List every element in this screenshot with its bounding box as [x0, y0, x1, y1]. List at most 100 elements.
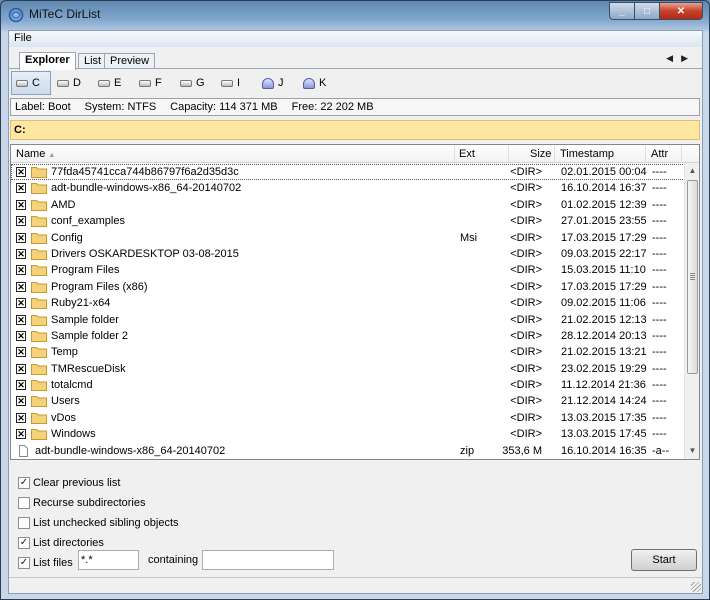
- menu-file[interactable]: File: [14, 32, 32, 44]
- folder-icon: [31, 183, 47, 195]
- recurse-option[interactable]: Recurse subdirectories: [18, 496, 146, 510]
- row-checkbox[interactable]: ✕: [16, 314, 26, 325]
- close-button[interactable]: ✕: [660, 2, 703, 20]
- list-row[interactable]: ✕ 77fda45741cca744b86797f6a2d35d3c <DIR> 02…: [11, 164, 685, 181]
- drive-button-k[interactable]: K: [298, 71, 338, 95]
- list-row[interactable]: ✕ Program Files <DIR> 15.03.2015 11:10 ----: [11, 262, 685, 278]
- list-files-option[interactable]: ✓ List files: [18, 556, 73, 570]
- column-ext[interactable]: Ext: [459, 148, 475, 160]
- row-checkbox[interactable]: ✕: [16, 199, 26, 210]
- list-row[interactable]: ✕ adt-bundle-windows-x86_64-20140702 <DIR>…: [11, 180, 685, 196]
- drive-button-i[interactable]: I: [216, 71, 256, 95]
- tab-scroll-arrows[interactable]: ◀▶: [666, 53, 696, 64]
- list-files-checkbox[interactable]: ✓: [18, 557, 30, 569]
- vertical-scrollbar[interactable]: ▲ ▼: [684, 163, 699, 459]
- drive-button-g[interactable]: G: [175, 71, 215, 95]
- list-row[interactable]: ✕ totalcmd <DIR> 11.12.2014 21:36 ----: [11, 377, 685, 393]
- row-checkbox[interactable]: ✕: [16, 248, 26, 259]
- column-separator[interactable]: [681, 146, 682, 162]
- row-checkbox[interactable]: ✕: [16, 330, 26, 341]
- row-attr: ----: [652, 313, 667, 326]
- list-row[interactable]: ✕ conf_examples <DIR> 27.01.2015 23:55 ----: [11, 213, 685, 229]
- column-name[interactable]: Name ▲: [16, 148, 55, 160]
- row-checkbox[interactable]: ✕: [16, 412, 26, 423]
- scroll-down-icon[interactable]: ▼: [685, 443, 699, 459]
- list-row[interactable]: ✕ vDos <DIR> 13.03.2015 17:35 ----: [11, 410, 685, 426]
- capacity: Capacity: 114 371 MB: [170, 101, 278, 113]
- list-directories-checkbox[interactable]: ✓: [18, 537, 30, 549]
- tab-list[interactable]: List: [78, 53, 108, 69]
- drive-button-d[interactable]: D: [52, 71, 92, 95]
- drive-button-e[interactable]: E: [93, 71, 133, 95]
- scroll-up-icon[interactable]: ▲: [685, 163, 699, 179]
- row-checkbox[interactable]: ✕: [16, 298, 26, 309]
- row-checkbox[interactable]: ✕: [16, 232, 26, 243]
- row-attr: ----: [652, 346, 667, 359]
- list-row[interactable]: ✕ Sample folder 2 <DIR> 28.12.2014 20:13 ---…: [11, 328, 685, 344]
- file-mask-input[interactable]: *.*: [78, 550, 139, 570]
- column-separator[interactable]: [508, 146, 509, 162]
- row-size: <DIR>: [510, 231, 542, 244]
- row-size: <DIR>: [510, 313, 542, 326]
- list-row[interactable]: ✕ Users <DIR> 21.12.2014 14:24 ----: [11, 393, 685, 409]
- column-separator[interactable]: [454, 146, 455, 162]
- recurse-checkbox[interactable]: [18, 497, 30, 509]
- row-size: <DIR>: [510, 182, 542, 195]
- row-checkbox[interactable]: ✕: [16, 167, 26, 177]
- list-row[interactable]: ✕ Ruby21-x64 <DIR> 09.02.2015 11:06 ----: [11, 295, 685, 311]
- row-checkbox[interactable]: ✕: [16, 183, 26, 194]
- column-size[interactable]: Size: [530, 148, 551, 160]
- list-row[interactable]: ✕ Windows <DIR> 13.03.2015 17:45 ----: [11, 426, 685, 442]
- column-attr[interactable]: Attr: [651, 148, 668, 160]
- drive-label: K: [319, 77, 327, 89]
- row-checkbox[interactable]: ✕: [16, 347, 26, 358]
- tab-explorer[interactable]: Explorer: [19, 52, 76, 70]
- clear-previous-option[interactable]: ✓ Clear previous list: [18, 476, 120, 490]
- row-size: <DIR>: [510, 379, 542, 392]
- unchecked-siblings-checkbox[interactable]: [18, 517, 30, 529]
- column-separator[interactable]: [645, 146, 646, 162]
- list-row[interactable]: ✕ Config Msi <DIR> 17.03.2015 17:29 ----: [11, 230, 685, 246]
- minimize-button[interactable]: _: [609, 2, 635, 20]
- file-list[interactable]: Name ▲ Ext Size Timestamp Attr ✕ 77fda457…: [10, 144, 700, 460]
- containing-input[interactable]: [202, 550, 334, 570]
- row-timestamp: 21.02.2015 12:13: [561, 313, 647, 326]
- row-size: <DIR>: [510, 428, 542, 441]
- drive-button-j[interactable]: J: [257, 71, 297, 95]
- list-row[interactable]: ✕ Drivers OSKARDESKTOP 03-08-2015 <DIR> 09.…: [11, 246, 685, 262]
- drive-label: E: [114, 77, 122, 89]
- maximize-button[interactable]: □: [635, 2, 660, 20]
- row-checkbox[interactable]: ✕: [16, 380, 26, 391]
- list-row[interactable]: ✕ Sample folder <DIR> 21.02.2015 12:13 ----: [11, 312, 685, 328]
- unchecked-siblings-option[interactable]: List unchecked sibling objects: [18, 516, 179, 530]
- row-checkbox[interactable]: ✕: [16, 281, 26, 292]
- list-directories-option[interactable]: ✓ List directories: [18, 536, 104, 550]
- clear-previous-checkbox[interactable]: ✓: [18, 477, 30, 489]
- tab-scroll-right-icon[interactable]: ▶: [681, 53, 696, 63]
- row-checkbox[interactable]: ✕: [16, 396, 26, 407]
- column-separator[interactable]: [554, 146, 555, 162]
- list-row[interactable]: ✕ Program Files (x86) <DIR> 17.03.2015 17:2…: [11, 279, 685, 295]
- tab-preview[interactable]: Preview: [104, 53, 156, 69]
- row-checkbox[interactable]: ✕: [16, 363, 26, 374]
- drive-button-c[interactable]: C: [11, 71, 51, 95]
- row-checkbox[interactable]: ✕: [16, 429, 26, 440]
- tab-scroll-left-icon[interactable]: ◀: [666, 53, 681, 63]
- list-row[interactable]: ✕ Temp <DIR> 21.02.2015 13:21 ----: [11, 344, 685, 360]
- resize-grip-icon[interactable]: [691, 582, 701, 592]
- list-row[interactable]: adt-bundle-windows-x86_64-20140702 zip 353…: [11, 443, 685, 459]
- row-attr: ----: [652, 379, 667, 392]
- column-timestamp[interactable]: Timestamp: [560, 148, 614, 160]
- folder-icon: [31, 232, 47, 244]
- tab-strip: Explorer List Preview ◀▶: [9, 52, 702, 70]
- recurse-label: Recurse subdirectories: [33, 497, 146, 509]
- row-timestamp: 13.03.2015 17:45: [561, 428, 647, 441]
- row-checkbox[interactable]: ✕: [16, 216, 26, 227]
- drive-button-f[interactable]: F: [134, 71, 174, 95]
- list-row[interactable]: ✕ TMRescueDisk <DIR> 23.02.2015 19:29 ----: [11, 361, 685, 377]
- scroll-thumb[interactable]: [687, 180, 698, 374]
- start-button[interactable]: Start: [631, 549, 697, 571]
- title-bar[interactable]: MiTeC DirList _ □ ✕: [1, 1, 709, 30]
- list-row[interactable]: ✕ AMD <DIR> 01.02.2015 12:39 ----: [11, 197, 685, 213]
- row-checkbox[interactable]: ✕: [16, 265, 26, 276]
